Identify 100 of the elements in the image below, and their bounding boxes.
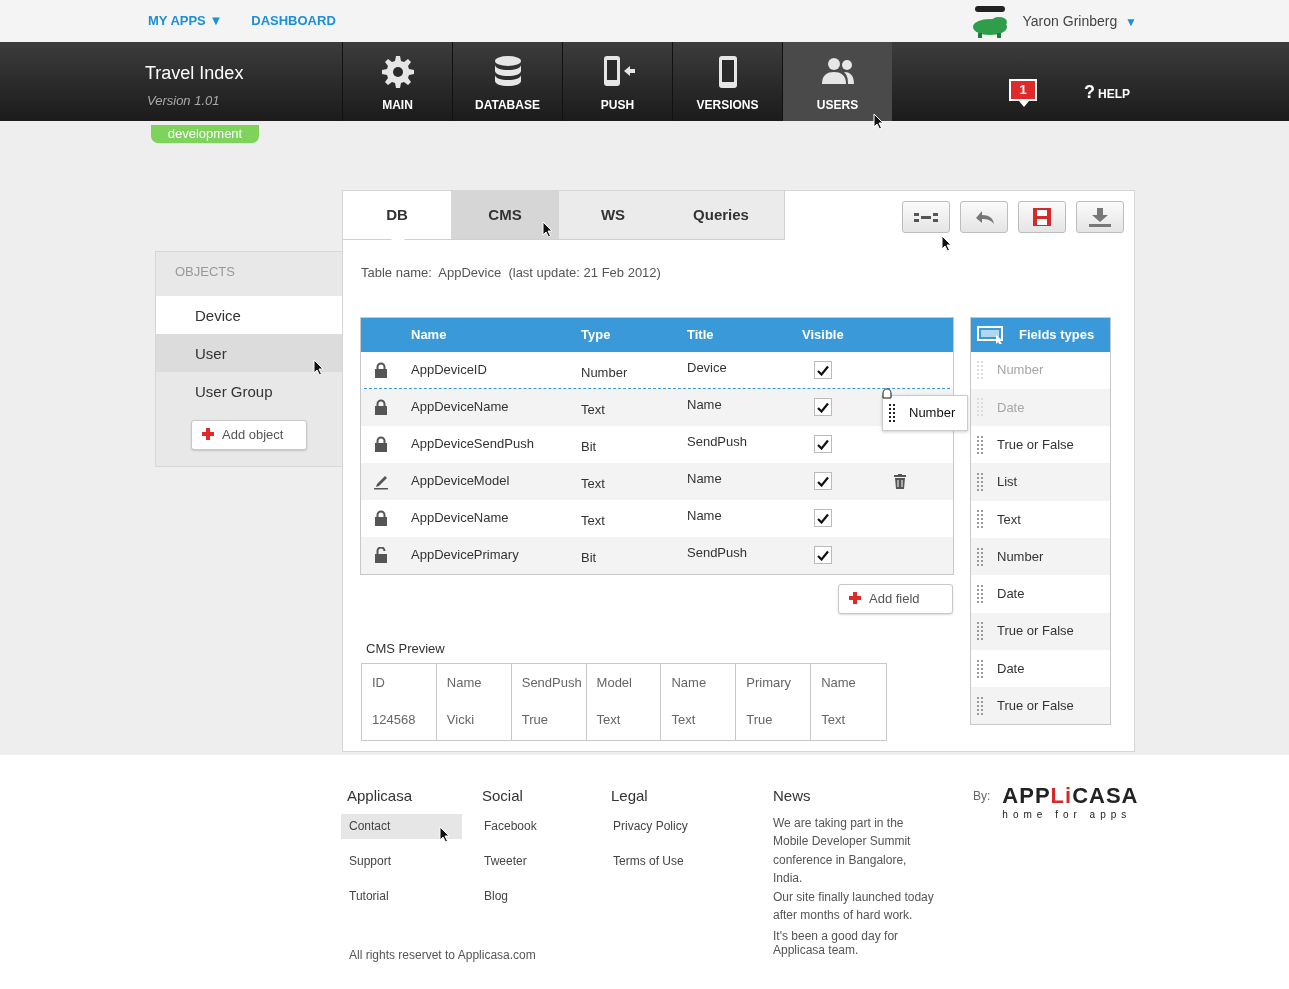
footer-link[interactable]: Support [341, 848, 462, 874]
section-title: CMS Preview [366, 640, 446, 658]
table-cell-text: Bit [581, 549, 598, 568]
column-header: Type [581, 325, 612, 344]
footer-link[interactable]: Terms of Use [605, 848, 726, 874]
grip-icon [977, 361, 983, 380]
news-paragraph: Our site finally launched today after months of hard work. [773, 888, 935, 924]
footer-heading: Legal [611, 786, 649, 806]
table-cell-text: Text [671, 711, 697, 729]
download-button[interactable] [1076, 201, 1124, 233]
table-cell-text: AppDeviceID [411, 361, 488, 380]
sidebar-heading: OBJECTS [174, 263, 236, 281]
footer-link[interactable]: Tutorial [341, 883, 462, 909]
field-type-item[interactable]: Number [971, 538, 1110, 576]
table-cell-text: Name [687, 396, 723, 415]
check-icon [817, 475, 829, 487]
check-icon [817, 512, 829, 524]
checkbox[interactable] [814, 472, 832, 490]
footer-link[interactable]: Privacy Policy [605, 813, 726, 839]
column-header: Primary [746, 673, 793, 692]
checkbox[interactable] [814, 546, 832, 564]
table-cell-text: AppDeviceName [411, 509, 510, 528]
logo-tagline: home for apps [1002, 808, 1133, 822]
news-paragraph: It's been a good day for Applicasa team. [773, 928, 900, 957]
by-label: By: [973, 788, 991, 805]
footer-heading: Social [482, 786, 524, 806]
grip-icon [977, 622, 983, 641]
copyright-text: All rights reservet to Applicasa.com [349, 947, 536, 964]
check-icon [817, 438, 829, 450]
footer-link[interactable]: Facebook [476, 813, 597, 839]
table-cell-text: True [521, 711, 549, 729]
column-header: Visible [802, 325, 845, 344]
column-header: Name [446, 673, 483, 692]
news-paragraph: We are taking part in the Mobile Developer Summit conference in Bangalore, India. [773, 814, 912, 887]
add-object-button[interactable]: Add object [191, 419, 307, 450]
field-type-item[interactable]: True or False [971, 612, 1110, 650]
check-icon [817, 549, 829, 561]
environment-badge: development [151, 125, 259, 143]
table-cell-text: Text [581, 475, 606, 494]
table-cell-text: AppDeviceModel [411, 472, 511, 491]
table-cell-text: Number [581, 364, 629, 383]
grip-icon [977, 696, 983, 715]
column-header: Name [821, 673, 857, 692]
trash-icon[interactable] [894, 473, 906, 489]
table-cell-text: Name [687, 470, 723, 489]
plus-icon [849, 592, 861, 605]
table-cell-text: SendPush [687, 544, 748, 563]
grip-icon [977, 547, 983, 566]
table-cell-text: Device [687, 359, 728, 378]
checkbox[interactable] [814, 398, 832, 416]
save-icon [1032, 207, 1052, 227]
help-link[interactable]: ? HELP [1084, 79, 1130, 106]
grip-icon [977, 473, 983, 492]
undo-button[interactable] [960, 201, 1008, 233]
check-icon [817, 364, 829, 376]
footer-heading: News [773, 786, 812, 806]
table-cell-text: Text [581, 401, 606, 420]
footer-heading: Applicasa [347, 786, 414, 806]
field-type-item[interactable]: Date [971, 575, 1110, 613]
table-cell-text: Text [581, 512, 606, 531]
table-cell-text: Bit [581, 438, 598, 457]
field-type-item[interactable]: True or False [971, 687, 1110, 725]
table-cell-text: AppDeviceName [411, 398, 510, 417]
grip-icon [977, 659, 983, 678]
footer-link[interactable]: Tweeter [476, 848, 597, 874]
table-cell-text: AppDevicePrimary [411, 546, 520, 565]
table-cell-text: True [746, 711, 774, 729]
logo-text: APPLiCASA [1002, 785, 1139, 807]
sidebar-item[interactable]: User Group [156, 371, 342, 410]
footer-link[interactable]: Blog [476, 883, 597, 909]
panel-title: Fields types [1019, 325, 1095, 344]
table-cell-text: Vicki [446, 711, 476, 729]
field-type-item[interactable]: List [971, 463, 1110, 501]
table-cell-text: SendPush [687, 433, 748, 452]
table-caption: Table name: AppDevice (last update: 21 Feb 2012) [361, 264, 662, 282]
app-title: Travel Index [145, 62, 245, 85]
tab[interactable]: Queries [667, 191, 775, 239]
field-type-item[interactable]: Date [971, 649, 1110, 688]
column-header: Title [687, 325, 715, 344]
add-field-button[interactable]: Add field [838, 583, 953, 614]
checkbox[interactable] [814, 435, 832, 453]
tab[interactable]: WS [559, 191, 667, 239]
tab[interactable]: CMS [451, 191, 559, 239]
field-type-item[interactable]: Text [971, 500, 1110, 538]
table-cell-text: AppDeviceSendPush [411, 435, 535, 454]
version-text: Version 1.01 [147, 92, 221, 110]
checkbox[interactable] [814, 361, 832, 379]
save-button[interactable] [1018, 201, 1066, 233]
user-menu[interactable]: Yaron Grinberg ▼ [1022, 10, 1137, 32]
checkbox[interactable] [814, 509, 832, 527]
column-header: Model [596, 673, 633, 692]
column-header: SendPush [521, 673, 583, 692]
gear-icon [379, 54, 416, 88]
table-cell-text: Text [821, 711, 846, 729]
table-cell-text: Text [596, 711, 622, 729]
download-icon [1088, 206, 1112, 228]
sidebar-item[interactable]: Device [156, 295, 342, 334]
table-cell-text: 124568 [372, 711, 417, 729]
field-type-item[interactable]: True or False [971, 426, 1110, 464]
grip-icon [977, 510, 983, 529]
